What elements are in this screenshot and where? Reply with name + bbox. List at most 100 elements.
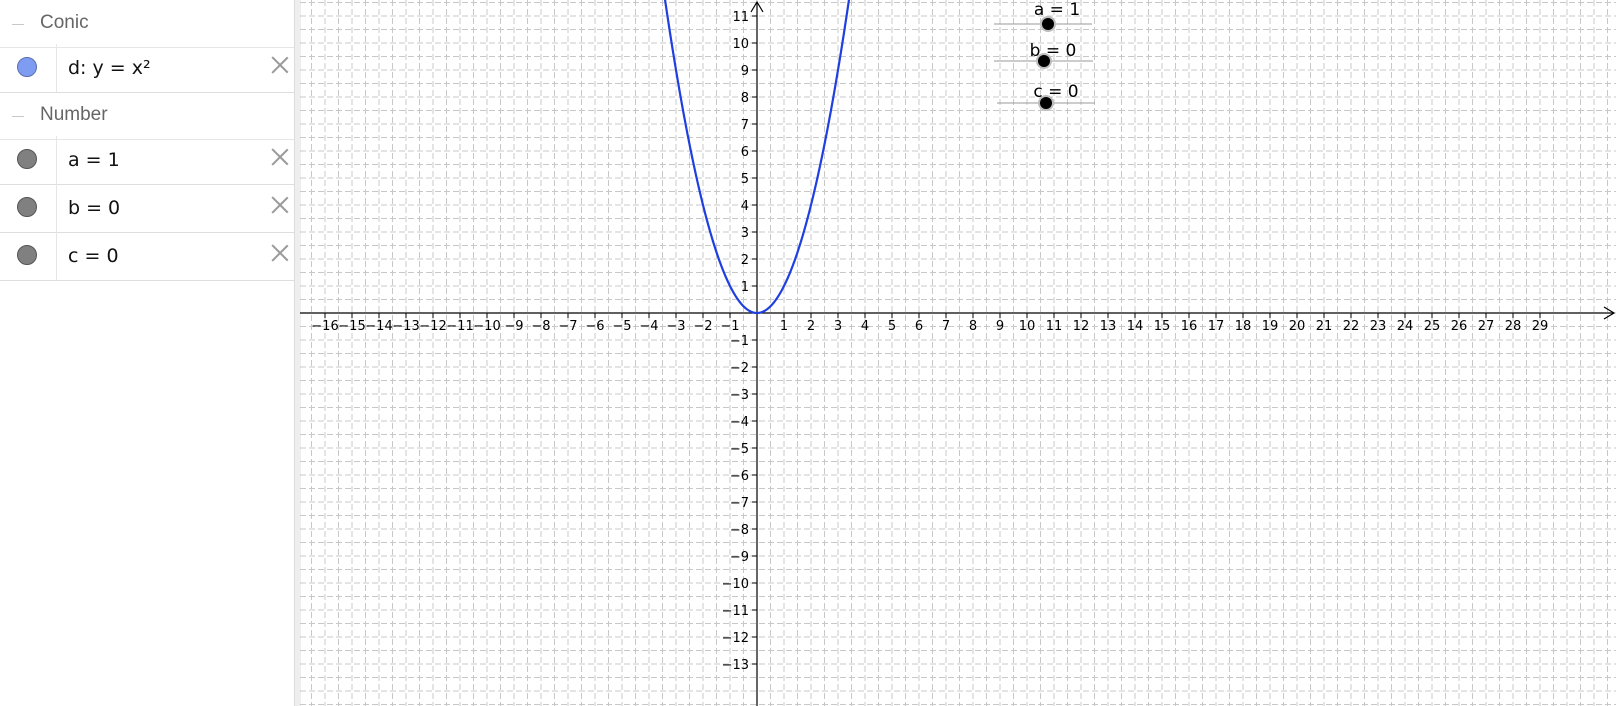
category-conic[interactable]: Conic bbox=[0, 0, 294, 48]
x-tick-label: 2 bbox=[807, 319, 815, 334]
x-tick-label: −2 bbox=[693, 319, 712, 334]
slider-a[interactable]: a = 1 bbox=[994, 0, 1092, 32]
x-tick-label: 6 bbox=[915, 319, 923, 334]
x-tick-label: 28 bbox=[1505, 319, 1522, 334]
collapse-icon[interactable] bbox=[12, 116, 24, 117]
y-tick-label: 11 bbox=[732, 10, 749, 25]
x-tick-label: 22 bbox=[1343, 319, 1360, 334]
visibility-toggle[interactable] bbox=[0, 232, 57, 280]
collapse-icon[interactable] bbox=[12, 24, 24, 25]
y-tick-label: 2 bbox=[741, 253, 749, 268]
x-tick-label: 29 bbox=[1532, 319, 1549, 334]
x-tick-label: 23 bbox=[1370, 319, 1387, 334]
x-tick-label: −5 bbox=[612, 319, 631, 334]
x-tick-label: 21 bbox=[1316, 319, 1333, 334]
x-tick-label: −13 bbox=[392, 319, 419, 334]
slider-label: a = 1 bbox=[1034, 0, 1080, 20]
algebra-expression[interactable]: d: y = x² bbox=[68, 57, 151, 79]
y-tick-label: 8 bbox=[741, 91, 749, 106]
slider-knob[interactable] bbox=[1042, 18, 1054, 30]
x-tick-label: −4 bbox=[639, 319, 658, 334]
y-tick-label: −6 bbox=[730, 469, 749, 484]
x-tick-label: 13 bbox=[1100, 319, 1117, 334]
x-tick-label: −14 bbox=[365, 319, 392, 334]
x-tick-label: 12 bbox=[1073, 319, 1090, 334]
graphics-canvas[interactable]: −16 −15 −14 −13 −12 −11 −10 −9 −8 −7 −6 −5 −4 −3 −2 −1 1… bbox=[300, 0, 1616, 706]
algebra-view: Conic d: y = x² Number a = 1 b = 0 c = 0 bbox=[0, 0, 294, 706]
x-tick-label: −9 bbox=[504, 319, 523, 334]
visibility-toggle[interactable] bbox=[0, 136, 57, 184]
grid bbox=[300, 0, 1616, 706]
visibility-toggle[interactable] bbox=[0, 184, 57, 232]
x-tick-label: −12 bbox=[419, 319, 446, 334]
y-axis-ticks: 11 10 9 8 7 6 5 4 3 2 1 −1 −2 −3 −4 −5 −6 −7 −8 −9 −10 −11 −12… bbox=[722, 10, 757, 673]
delete-icon[interactable] bbox=[268, 193, 292, 217]
marble-icon[interactable] bbox=[17, 197, 37, 217]
x-tick-label: 10 bbox=[1019, 319, 1036, 334]
y-tick-label: −5 bbox=[730, 442, 749, 457]
x-tick-label: 26 bbox=[1451, 319, 1468, 334]
slider-b[interactable]: b = 0 bbox=[994, 41, 1093, 69]
algebra-row-c[interactable]: c = 0 bbox=[0, 232, 294, 281]
marble-icon[interactable] bbox=[17, 149, 37, 169]
y-tick-label: −11 bbox=[722, 604, 749, 619]
x-tick-label: 9 bbox=[996, 319, 1004, 334]
sliders[interactable]: a = 1b = 0c = 0 bbox=[994, 0, 1095, 111]
delete-icon[interactable] bbox=[268, 53, 292, 77]
x-tick-label: −10 bbox=[473, 319, 500, 334]
x-tick-label: −11 bbox=[446, 319, 473, 334]
y-tick-label: 5 bbox=[741, 172, 749, 187]
algebra-row-d[interactable]: d: y = x² bbox=[0, 44, 294, 93]
x-tick-label: 25 bbox=[1424, 319, 1441, 334]
category-number[interactable]: Number bbox=[0, 92, 294, 140]
x-tick-label: 7 bbox=[942, 319, 950, 334]
y-tick-label: 6 bbox=[741, 145, 749, 160]
y-tick-label: −2 bbox=[730, 361, 749, 376]
x-tick-label: −15 bbox=[338, 319, 365, 334]
algebra-row-b[interactable]: b = 0 bbox=[0, 184, 294, 233]
x-tick-label: −6 bbox=[585, 319, 604, 334]
category-label: Conic bbox=[40, 12, 89, 33]
x-tick-label: −8 bbox=[531, 319, 550, 334]
algebra-expression[interactable]: a = 1 bbox=[68, 149, 120, 171]
y-tick-label: 9 bbox=[741, 64, 749, 79]
algebra-expression[interactable]: c = 0 bbox=[68, 245, 119, 267]
x-tick-label: −16 bbox=[311, 319, 338, 334]
slider-knob[interactable] bbox=[1040, 97, 1052, 109]
y-tick-label: 1 bbox=[741, 280, 749, 295]
x-tick-label: 15 bbox=[1154, 319, 1171, 334]
delete-icon[interactable] bbox=[268, 145, 292, 169]
x-axis-ticks: −16 −15 −14 −13 −12 −11 −10 −9 −8 −7 −6 −5 −4 −3 −2 −1 1… bbox=[311, 313, 1548, 334]
marble-icon[interactable] bbox=[17, 245, 37, 265]
algebra-expression[interactable]: b = 0 bbox=[68, 197, 120, 219]
x-tick-label: 16 bbox=[1181, 319, 1198, 334]
marble-icon[interactable] bbox=[17, 57, 37, 77]
x-tick-label: 27 bbox=[1478, 319, 1495, 334]
y-tick-label: 7 bbox=[741, 118, 749, 133]
algebra-row-a[interactable]: a = 1 bbox=[0, 136, 294, 185]
graphics-view[interactable]: −16 −15 −14 −13 −12 −11 −10 −9 −8 −7 −6 −5 −4 −3 −2 −1 1… bbox=[300, 0, 1616, 706]
x-tick-label: 20 bbox=[1289, 319, 1306, 334]
x-tick-label: 8 bbox=[969, 319, 977, 334]
delete-icon[interactable] bbox=[268, 241, 292, 265]
x-tick-label: 14 bbox=[1127, 319, 1144, 334]
y-tick-label: −13 bbox=[722, 658, 749, 673]
y-tick-label: −1 bbox=[730, 334, 749, 349]
visibility-toggle[interactable] bbox=[0, 44, 57, 92]
x-tick-label: 1 bbox=[780, 319, 788, 334]
x-tick-label: 4 bbox=[861, 319, 869, 334]
slider-knob[interactable] bbox=[1038, 55, 1050, 67]
x-tick-label: −1 bbox=[720, 319, 739, 334]
y-tick-label: −10 bbox=[722, 577, 749, 592]
y-tick-label: −8 bbox=[730, 523, 749, 538]
x-tick-label: −7 bbox=[558, 319, 577, 334]
y-tick-label: −9 bbox=[730, 550, 749, 565]
y-tick-label: −7 bbox=[730, 496, 749, 511]
x-tick-label: 19 bbox=[1262, 319, 1279, 334]
y-tick-label: 4 bbox=[741, 199, 749, 214]
y-tick-label: −12 bbox=[722, 631, 749, 646]
x-tick-label: 3 bbox=[834, 319, 842, 334]
x-tick-label: 5 bbox=[888, 319, 896, 334]
x-tick-label: 17 bbox=[1208, 319, 1225, 334]
y-tick-label: −4 bbox=[730, 415, 749, 430]
